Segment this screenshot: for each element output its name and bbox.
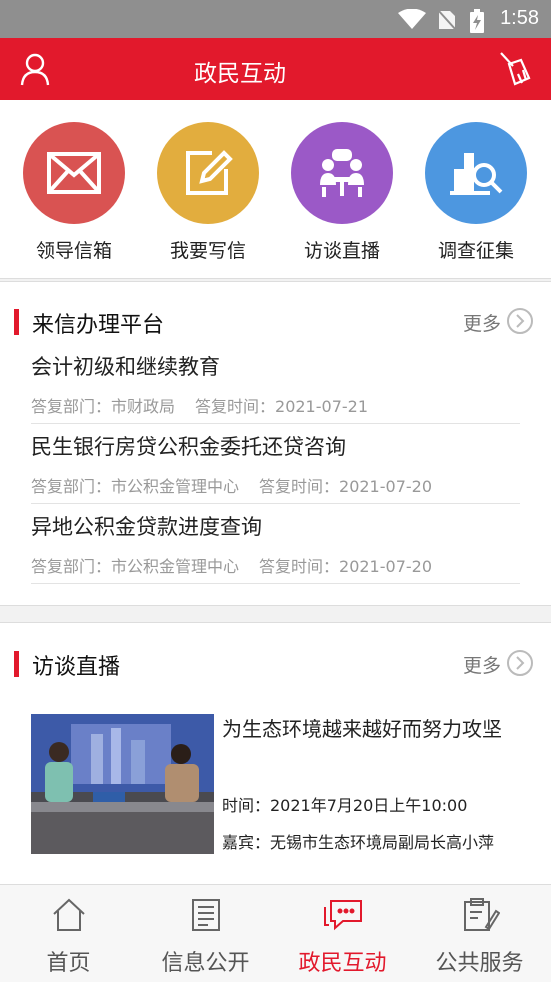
document-icon — [137, 897, 274, 937]
list-item[interactable]: 民生银行房贷公积金委托还贷咨询 答复部门：市公积金管理中心 答复时间：2021-0… — [31, 423, 520, 504]
clock: 1:58 — [500, 7, 539, 29]
quick-action-label: 访谈直播 — [303, 240, 380, 262]
letter-title: 异地公积金贷款进度查询 — [31, 515, 262, 539]
bottom-tab-bar: 首页 信息公开 政民互动 公共服务 — [0, 884, 551, 982]
reply-time: 答复时间：2021-07-21 — [195, 397, 369, 416]
reply-dept: 答复部门：市财政局 — [31, 397, 176, 416]
status-bar: 1:58 — [0, 0, 551, 38]
chevron-right-icon[interactable] — [506, 649, 534, 677]
tab-label: 公共服务 — [435, 951, 524, 976]
tab-info-disclosure[interactable]: 信息公开 — [137, 885, 274, 982]
letter-title: 会计初级和继续教育 — [31, 355, 220, 379]
quick-action-write-letter[interactable]: 我要写信 — [138, 122, 278, 263]
quick-actions: 领导信箱 我要写信 访谈直播 调查征集 — [0, 100, 551, 278]
reply-time: 答复时间：2021-07-20 — [259, 557, 433, 576]
letter-meta: 答复部门：市财政局 答复时间：2021-07-21 — [31, 393, 388, 417]
letter-meta: 答复部门：市公积金管理中心 答复时间：2021-07-20 — [31, 553, 452, 577]
mail-icon — [23, 122, 125, 224]
letters-section-header: 来信办理平台 更多 — [0, 301, 551, 341]
section-accent-bar — [14, 651, 19, 677]
more-link[interactable]: 更多 — [463, 651, 501, 678]
tab-label: 首页 — [46, 951, 91, 976]
letter-meta: 答复部门：市公积金管理中心 答复时间：2021-07-20 — [31, 473, 452, 497]
battery-icon — [470, 9, 484, 33]
list-item[interactable]: 异地公积金贷款进度查询 答复部门：市公积金管理中心 答复时间：2021-07-20 — [31, 503, 520, 584]
page-title: 政民互动 — [194, 61, 286, 87]
quick-action-leader-mailbox[interactable]: 领导信箱 — [4, 122, 144, 263]
section-title: 来信办理平台 — [32, 313, 165, 338]
interview-item[interactable]: 为生态环境越来越好而努力攻坚 时间：2021年7月20日上午10:00 嘉宾：无… — [31, 714, 531, 884]
quick-action-label: 调查征集 — [437, 240, 514, 262]
interview-section-header: 访谈直播 更多 — [0, 643, 551, 683]
service-icon — [411, 897, 548, 937]
survey-icon — [425, 122, 527, 224]
chat-icon — [274, 897, 411, 937]
no-sim-icon — [437, 9, 457, 31]
broom-icon[interactable] — [497, 50, 531, 86]
tab-home[interactable]: 首页 — [0, 885, 137, 982]
interview-thumbnail[interactable] — [31, 714, 214, 854]
app-bar: 政民互动 — [0, 38, 551, 100]
interview-icon — [291, 122, 393, 224]
tab-label: 信息公开 — [161, 951, 250, 976]
section-divider — [0, 278, 551, 282]
list-item[interactable]: 会计初级和继续教育 答复部门：市财政局 答复时间：2021-07-21 — [31, 343, 520, 424]
section-accent-bar — [14, 309, 19, 335]
quick-action-survey[interactable]: 调查征集 — [406, 122, 546, 263]
edit-icon — [157, 122, 259, 224]
quick-action-label: 我要写信 — [169, 240, 246, 262]
quick-action-label: 领导信箱 — [35, 240, 112, 262]
home-icon — [0, 897, 137, 937]
letter-title: 民生银行房贷公积金委托还贷咨询 — [31, 435, 346, 459]
interview-guest: 嘉宾：无锡市生态环境局副局长高小萍 — [222, 833, 495, 852]
quick-action-interview[interactable]: 访谈直播 — [272, 122, 412, 263]
reply-time: 答复时间：2021-07-20 — [259, 477, 433, 496]
reply-dept: 答复部门：市公积金管理中心 — [31, 557, 240, 576]
wifi-icon — [398, 9, 426, 29]
tab-public-service[interactable]: 公共服务 — [411, 885, 548, 982]
section-title: 访谈直播 — [32, 655, 121, 680]
tab-label: 政民互动 — [298, 951, 387, 976]
interview-title: 为生态环境越来越好而努力攻坚 — [222, 717, 502, 741]
tab-interaction[interactable]: 政民互动 — [274, 885, 411, 982]
section-divider — [0, 605, 551, 623]
more-link[interactable]: 更多 — [463, 309, 501, 336]
chevron-right-icon[interactable] — [506, 307, 534, 335]
interview-time: 时间：2021年7月20日上午10:00 — [222, 796, 468, 815]
reply-dept: 答复部门：市公积金管理中心 — [31, 477, 240, 496]
